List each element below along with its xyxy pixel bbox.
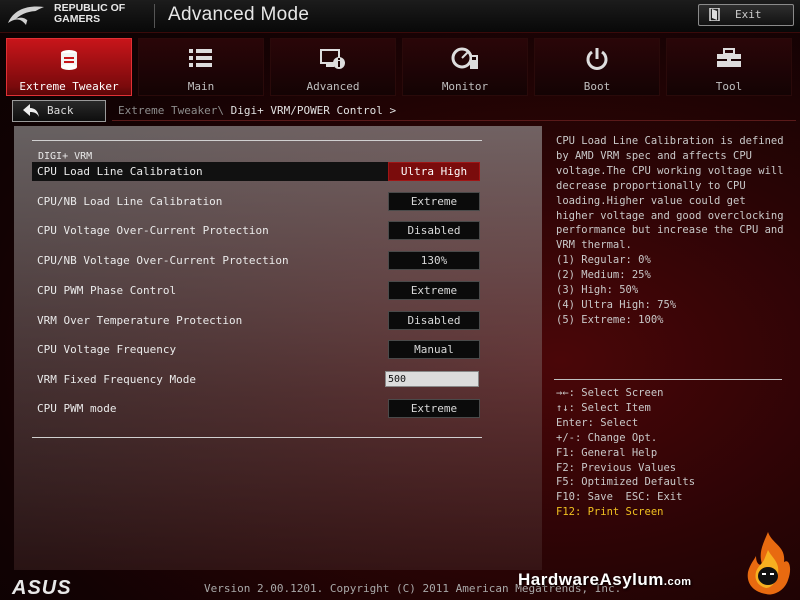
tab-label: Extreme Tweaker bbox=[19, 80, 119, 93]
watermark-text: HardwareAsylum.com bbox=[518, 570, 692, 590]
setting-label: CPU Load Line Calibration bbox=[37, 165, 203, 178]
tab-tool[interactable]: Tool bbox=[666, 38, 792, 96]
setting-value-select[interactable]: Extreme bbox=[388, 281, 480, 300]
breadcrumb: Extreme Tweaker\ Digi+ VRM/POWER Control… bbox=[118, 104, 396, 117]
setting-row[interactable]: CPU PWM mode Extreme bbox=[32, 399, 480, 418]
setting-row[interactable]: CPU/NB Load Line Calibration Extreme bbox=[32, 192, 480, 211]
top-bar: REPUBLIC OF GAMERS Advanced Mode Exit bbox=[0, 0, 800, 33]
tab-boot[interactable]: Boot bbox=[534, 38, 660, 96]
setting-value-select[interactable]: Extreme bbox=[388, 192, 480, 211]
main-tabs: Extreme Tweaker Main Advanced Monitor Bo… bbox=[6, 38, 796, 96]
key-legend: →←: Select Screen ↑↓: Select Item Enter:… bbox=[556, 386, 695, 520]
back-arrow-icon bbox=[23, 104, 39, 117]
setting-label: VRM Fixed Frequency Mode bbox=[37, 373, 196, 386]
tab-label: Tool bbox=[715, 80, 743, 93]
key-hint: F10: Save ESC: Exit bbox=[556, 491, 683, 504]
frequency-input[interactable] bbox=[385, 371, 479, 387]
exit-door-icon bbox=[709, 8, 720, 21]
setting-value-select[interactable]: Disabled bbox=[388, 221, 480, 240]
breadcrumb-current: Digi+ VRM/POWER Control bbox=[230, 104, 383, 117]
setting-row[interactable]: VRM Fixed Frequency Mode bbox=[32, 370, 480, 389]
setting-label: CPU PWM mode bbox=[37, 402, 117, 415]
help-description: CPU Load Line Calibration is defined by … bbox=[556, 135, 784, 326]
back-label: Back bbox=[47, 104, 74, 117]
divider bbox=[154, 4, 155, 28]
setting-label: CPU Voltage Frequency bbox=[37, 343, 177, 356]
setting-label: VRM Over Temperature Protection bbox=[37, 314, 243, 327]
key-hint: Enter: Select bbox=[556, 416, 639, 429]
key-hint: F2: Previous Values bbox=[556, 461, 677, 474]
back-button[interactable]: Back bbox=[12, 100, 106, 122]
setting-row[interactable]: CPU PWM Phase Control Extreme bbox=[32, 281, 480, 300]
watermark-name: HardwareAsylum bbox=[518, 570, 664, 589]
tab-label: Main bbox=[187, 80, 215, 93]
setting-row[interactable]: CPU Voltage Frequency Manual bbox=[32, 340, 480, 359]
divider bbox=[32, 437, 482, 438]
key-hint: +/-: Change Opt. bbox=[556, 431, 658, 444]
exit-label: Exit bbox=[735, 8, 762, 21]
toolbox-icon bbox=[717, 48, 741, 67]
flame-mascot-icon bbox=[747, 532, 791, 595]
setting-label: CPU/NB Load Line Calibration bbox=[37, 195, 223, 208]
power-icon bbox=[586, 48, 608, 70]
brand-text: REPUBLIC OF GAMERS bbox=[54, 3, 125, 25]
tab-advanced[interactable]: Advanced bbox=[270, 38, 396, 96]
brand-line-2: GAMERS bbox=[54, 13, 101, 25]
tab-monitor[interactable]: Monitor bbox=[402, 38, 528, 96]
key-hint: ↑↓: Select Item bbox=[556, 401, 651, 414]
setting-label: CPU Voltage Over-Current Protection bbox=[37, 224, 269, 237]
setting-value-select[interactable]: Extreme bbox=[388, 399, 480, 418]
key-hint: F1: General Help bbox=[556, 446, 658, 459]
setting-value-select[interactable]: Ultra High bbox=[388, 162, 480, 181]
tab-main[interactable]: Main bbox=[138, 38, 264, 96]
tweaker-icon bbox=[61, 50, 77, 70]
tab-label: Advanced bbox=[306, 80, 360, 93]
advanced-info-icon bbox=[320, 49, 345, 69]
exit-button[interactable]: Exit bbox=[698, 4, 794, 26]
setting-row[interactable]: CPU Load Line Calibration Ultra High bbox=[32, 162, 480, 181]
asus-logo: ASUS bbox=[12, 577, 72, 599]
breadcrumb-chevron-icon: > bbox=[389, 104, 397, 117]
setting-value-select[interactable]: Manual bbox=[388, 340, 480, 359]
watermark-suffix: .com bbox=[663, 576, 692, 588]
tab-label: Monitor bbox=[441, 80, 489, 93]
divider bbox=[554, 379, 782, 380]
tab-label: Boot bbox=[583, 80, 611, 93]
rog-eye-logo-icon bbox=[8, 6, 44, 25]
list-icon bbox=[189, 49, 212, 67]
setting-label: CPU PWM Phase Control bbox=[37, 284, 177, 297]
key-hint: F5: Optimized Defaults bbox=[556, 476, 696, 489]
setting-value-select[interactable]: 130% bbox=[388, 251, 480, 270]
key-hint: →←: Select Screen bbox=[556, 387, 664, 399]
section-title: DIGI+ VRM bbox=[38, 151, 93, 162]
breadcrumb-parent[interactable]: Extreme Tweaker\ bbox=[118, 104, 224, 117]
page-title: Advanced Mode bbox=[168, 4, 310, 25]
setting-label: CPU/NB Voltage Over-Current Protection bbox=[37, 254, 289, 267]
divider bbox=[112, 120, 796, 121]
help-panel: CPU Load Line Calibration is defined by … bbox=[552, 126, 788, 570]
setting-value-select[interactable]: Disabled bbox=[388, 311, 480, 330]
monitor-gauge-icon bbox=[451, 47, 478, 69]
key-hint-print-screen[interactable]: F12: Print Screen bbox=[556, 505, 695, 520]
divider bbox=[32, 140, 482, 141]
setting-row[interactable]: VRM Over Temperature Protection Disabled bbox=[32, 311, 480, 330]
setting-row[interactable]: CPU Voltage Over-Current Protection Disa… bbox=[32, 221, 480, 240]
setting-row[interactable]: CPU/NB Voltage Over-Current Protection 1… bbox=[32, 251, 480, 270]
tab-extreme-tweaker[interactable]: Extreme Tweaker bbox=[6, 38, 132, 96]
